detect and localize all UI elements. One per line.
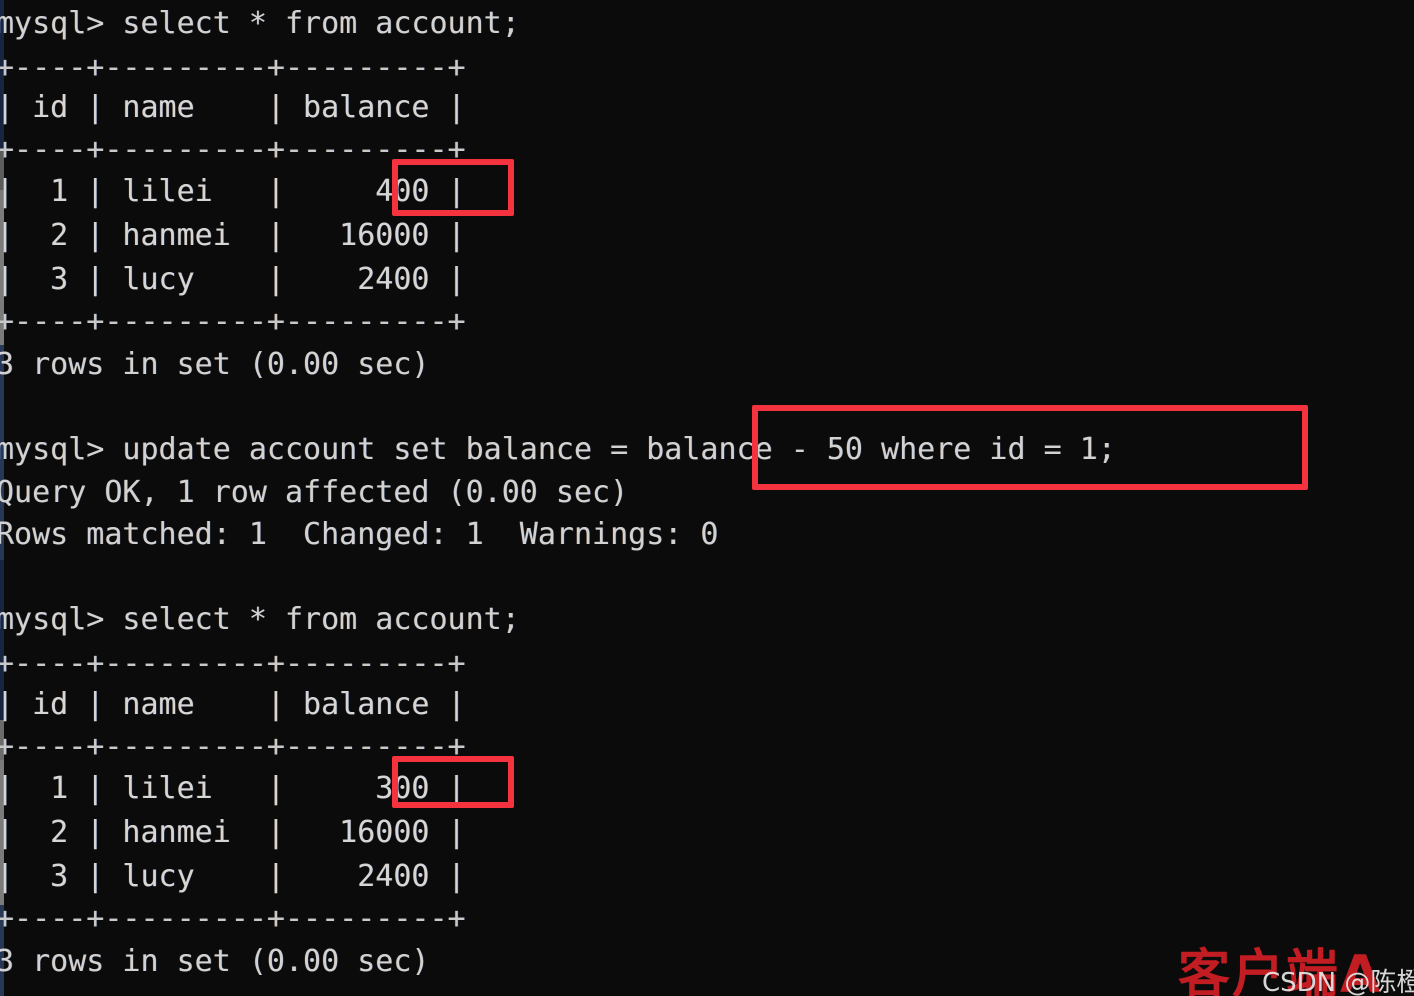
terminal-line-l15: | id | name | balance |: [0, 687, 466, 722]
terminal-line-l12: Rows matched: 1 Changed: 1 Warnings: 0: [0, 517, 719, 552]
terminal-line-l03: | id | name | balance |: [0, 90, 466, 125]
terminal-line-l07: | 3 | lucy | 2400 |: [0, 262, 466, 297]
highlight-update-clause: [752, 405, 1308, 490]
watermark-csdn-credit: CSDN @陈橙橙丶: [1262, 968, 1414, 996]
terminal-line-l21: 3 rows in set (0.00 sec): [0, 944, 430, 979]
terminal-line-l14: +----+---------+---------+: [0, 646, 466, 681]
terminal-line-l02: +----+---------+---------+: [0, 50, 466, 85]
terminal-line-l13: mysql> select * from account;: [0, 602, 520, 637]
terminal-screenshot: mysql> select * from account; +----+-----…: [0, 0, 1414, 996]
terminal-line-l08: +----+---------+---------+: [0, 304, 466, 339]
terminal-line-l06: | 2 | hanmei | 16000 |: [0, 218, 466, 253]
terminal-line-l01: mysql> select * from account;: [0, 6, 520, 41]
terminal-line-l11: Query OK, 1 row affected (0.00 sec): [0, 475, 629, 510]
highlight-balance-after: [392, 756, 514, 808]
terminal-output-area[interactable]: mysql> select * from account; +----+-----…: [0, 0, 1414, 996]
terminal-line-l18: | 2 | hanmei | 16000 |: [0, 815, 466, 850]
terminal-line-l20: +----+---------+---------+: [0, 901, 466, 936]
highlight-balance-before: [392, 159, 514, 216]
terminal-line-l19: | 3 | lucy | 2400 |: [0, 859, 466, 894]
terminal-line-l09: 3 rows in set (0.00 sec): [0, 347, 430, 382]
